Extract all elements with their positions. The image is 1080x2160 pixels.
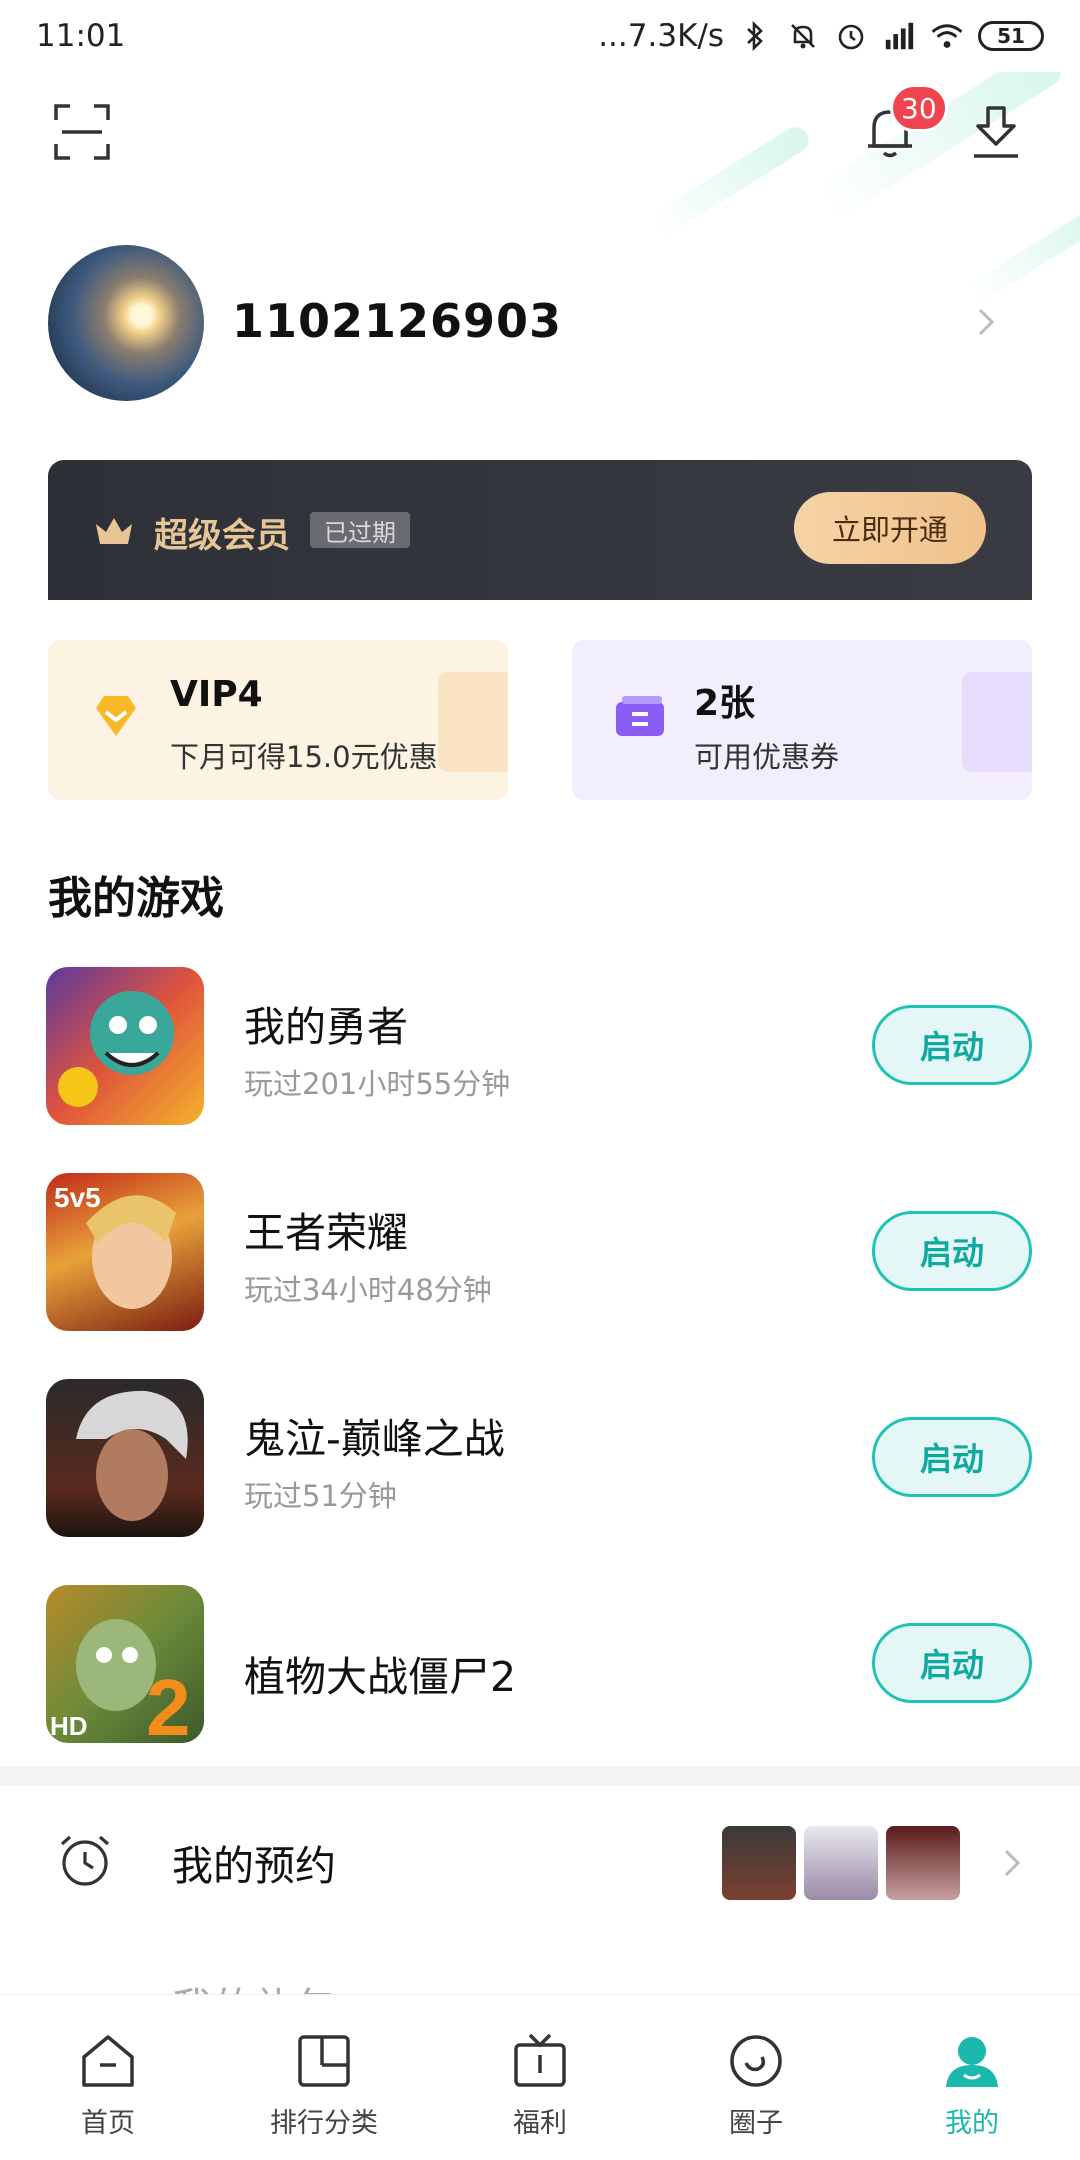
profile-header: 30 1102126903 超级会员 已过期 立即开通 bbox=[0, 72, 1080, 602]
game-row[interactable]: 鬼泣-巅峰之战 玩过51分钟 启动 bbox=[0, 1379, 1080, 1539]
game-playtime: 玩过201小时55分钟 bbox=[244, 1067, 511, 1101]
chevron-right-icon[interactable] bbox=[972, 304, 1000, 340]
game-name: 鬼泣-巅峰之战 bbox=[244, 1415, 505, 1463]
nav-circle[interactable]: 圈子 bbox=[648, 1995, 864, 2160]
super-vip-card[interactable]: 超级会员 已过期 立即开通 bbox=[48, 460, 1032, 602]
circle-community-icon bbox=[730, 2035, 782, 2087]
download-icon bbox=[974, 106, 1018, 158]
game-row[interactable]: 5v5 王者荣耀 玩过34小时48分钟 启动 bbox=[0, 1173, 1080, 1333]
game-playtime: 玩过51分钟 bbox=[244, 1479, 397, 1513]
game-name: 我的勇者 bbox=[244, 1003, 408, 1051]
scan-button[interactable] bbox=[52, 102, 112, 162]
signal-icon bbox=[882, 19, 916, 53]
my-games-title: 我的游戏 bbox=[48, 873, 224, 924]
vip-level-card[interactable]: VIP4 下月可得15.0元优惠券 bbox=[48, 640, 508, 800]
battery-indicator: 51 bbox=[978, 21, 1044, 51]
coupon-label: 可用优惠券 bbox=[694, 740, 840, 774]
network-speed: ...7.3K/s bbox=[598, 18, 724, 54]
coupon-card[interactable]: 2张 可用优惠券 bbox=[572, 640, 1032, 800]
svg-text:5v5: 5v5 bbox=[54, 1182, 101, 1213]
wifi-icon bbox=[930, 19, 964, 53]
status-icons: ...7.3K/s 51 bbox=[598, 18, 1044, 54]
scan-icon bbox=[54, 104, 110, 160]
game-name: 王者荣耀 bbox=[244, 1209, 408, 1257]
status-time: 11:01 bbox=[36, 18, 126, 54]
game-row[interactable]: 2 HD 植物大战僵尸2 启动 bbox=[0, 1585, 1080, 1745]
game-row[interactable]: 我的勇者 玩过201小时55分钟 启动 bbox=[0, 967, 1080, 1127]
my-reservations-row[interactable]: 我的预约 bbox=[0, 1786, 1080, 1936]
avatar[interactable] bbox=[48, 245, 204, 401]
launch-button[interactable]: 启动 bbox=[872, 1005, 1032, 1085]
coupon-icon bbox=[616, 696, 664, 736]
nav-ranking[interactable]: 排行分类 bbox=[216, 1995, 432, 2160]
coupon-card-decoration bbox=[962, 672, 1032, 772]
nav-me-label: 我的 bbox=[945, 2108, 999, 2139]
chevron-right-icon bbox=[1004, 1849, 1021, 1877]
status-bar: 11:01 ...7.3K/s 51 bbox=[0, 0, 1080, 72]
crown-icon bbox=[96, 518, 132, 544]
open-vip-button[interactable]: 立即开通 bbox=[794, 492, 986, 564]
nav-me[interactable]: 我的 bbox=[864, 1995, 1080, 2160]
game-icon-honor-of-kings: 5v5 bbox=[46, 1173, 204, 1331]
svg-text:2: 2 bbox=[146, 1663, 191, 1743]
vip-level: VIP4 bbox=[170, 674, 263, 715]
reservation-label: 我的预约 bbox=[172, 1842, 336, 1890]
game-name: 植物大战僵尸2 bbox=[244, 1653, 517, 1701]
nav-ranking-label: 排行分类 bbox=[270, 2108, 378, 2139]
download-button[interactable] bbox=[966, 102, 1026, 162]
svg-text:HD: HD bbox=[50, 1711, 88, 1741]
section-divider bbox=[0, 1766, 1080, 1786]
launch-button[interactable]: 启动 bbox=[872, 1417, 1032, 1497]
nav-welfare-label: 福利 bbox=[513, 2108, 567, 2139]
launch-button[interactable]: 启动 bbox=[872, 1211, 1032, 1291]
vip-card-decoration bbox=[438, 672, 508, 772]
reserved-game-thumbnail bbox=[886, 1826, 960, 1900]
main-sheet: VIP4 下月可得15.0元优惠券 2张 可用优惠券 我的游戏 我的勇者 玩过2… bbox=[0, 600, 1080, 1786]
mute-bell-icon bbox=[786, 19, 820, 53]
nav-welfare[interactable]: 福利 bbox=[432, 1995, 648, 2160]
user-id[interactable]: 1102126903 bbox=[232, 294, 562, 348]
game-icon-pvz2: 2 HD bbox=[46, 1585, 204, 1743]
diamond-icon bbox=[96, 696, 136, 736]
vip-title: 超级会员 bbox=[154, 516, 290, 556]
home-icon bbox=[82, 2035, 134, 2087]
coupon-count: 2张 bbox=[694, 683, 756, 724]
peek-row-label: 我的礼包 bbox=[172, 1974, 336, 1996]
reserved-game-thumbnail bbox=[804, 1826, 878, 1900]
header-decoration bbox=[646, 122, 814, 240]
vip-benefit: 下月可得15.0元优惠券 bbox=[170, 740, 467, 774]
bluetooth-icon bbox=[738, 19, 772, 53]
ranking-icon bbox=[298, 2035, 350, 2087]
notification-badge: 30 bbox=[890, 84, 948, 132]
nav-circle-label: 圈子 bbox=[729, 2108, 783, 2139]
nav-home-label: 首页 bbox=[81, 2108, 135, 2139]
alarm-icon bbox=[834, 19, 868, 53]
gift-tv-icon bbox=[514, 2033, 566, 2087]
game-playtime: 玩过34小时48分钟 bbox=[244, 1273, 492, 1307]
header-decoration bbox=[966, 201, 1080, 305]
vip-status-badge: 已过期 bbox=[310, 512, 410, 548]
alarm-clock-icon bbox=[60, 1835, 110, 1886]
partially-visible-row[interactable]: 我的礼包 bbox=[0, 1966, 1080, 1996]
game-icon-my-hero bbox=[46, 967, 204, 1125]
game-icon-devil-may-cry bbox=[46, 1379, 204, 1537]
launch-button[interactable]: 启动 bbox=[872, 1623, 1032, 1703]
person-icon bbox=[946, 2037, 998, 2087]
bottom-navigation: 首页 排行分类 福利 圈子 我的 bbox=[0, 1994, 1080, 2160]
nav-home[interactable]: 首页 bbox=[0, 1995, 216, 2160]
reserved-game-thumbnail bbox=[722, 1826, 796, 1900]
